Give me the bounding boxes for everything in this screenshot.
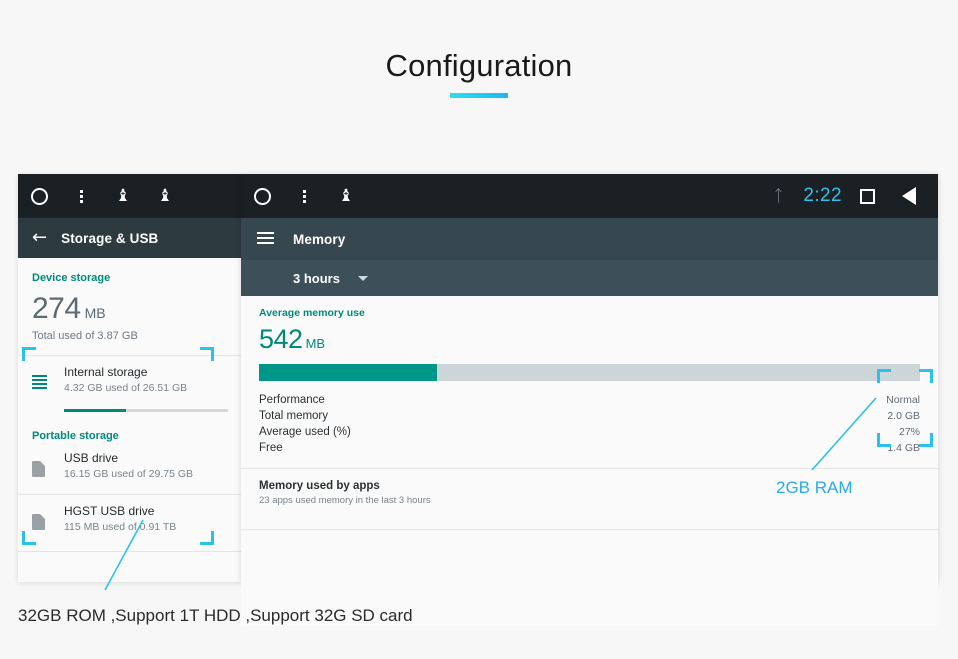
storage-screen: ♝ ♝ ← Storage & USB Device storage 274MB… xyxy=(18,174,242,582)
device-storage-label: Device storage xyxy=(18,258,242,284)
stat-row-free: Free 1.4 GB xyxy=(259,440,920,456)
usb-drive-name: USB drive xyxy=(64,451,193,466)
stat-row-average-used: Average used (%) 27% xyxy=(259,424,920,440)
storage-title: Storage & USB xyxy=(61,231,158,246)
hgst-drive-name: HGST USB drive xyxy=(64,504,176,519)
average-memory-label: Average memory use xyxy=(241,296,938,319)
internal-storage-name: Internal storage xyxy=(64,365,187,380)
stat-key: Free xyxy=(259,440,283,456)
memory-used-by-apps[interactable]: Memory used by apps 23 apps used memory … xyxy=(241,469,938,517)
list-item-hgst-usb-drive[interactable]: HGST USB drive 115 MB used of 0.91 TB xyxy=(18,495,242,541)
usb-drive-detail: 16.15 GB used of 29.75 GB xyxy=(64,468,193,480)
stat-key: Total memory xyxy=(259,408,328,424)
usb-icon[interactable]: ♝ xyxy=(325,174,367,218)
hamburger-icon[interactable] xyxy=(257,232,274,247)
memory-app-bar: Memory xyxy=(241,218,938,260)
apps-subtitle: 23 apps used memory in the last 3 hours xyxy=(259,495,938,506)
left-status-bar: ♝ ♝ xyxy=(18,174,242,218)
internal-storage-detail: 4.32 GB used of 26.51 GB xyxy=(64,382,187,394)
bluetooth-icon: ᛏ xyxy=(757,174,799,218)
storage-app-bar: ← Storage & USB xyxy=(18,218,242,258)
memory-usage-bar xyxy=(259,364,920,381)
sd-card-icon xyxy=(32,504,64,533)
back-triangle-icon[interactable] xyxy=(888,174,930,218)
list-item-usb-drive[interactable]: USB drive 16.15 GB used of 29.75 GB xyxy=(18,442,242,488)
list-item-internal-storage[interactable]: Internal storage 4.32 GB used of 26.51 G… xyxy=(18,356,242,402)
left-status-bar-icons: ♝ ♝ xyxy=(18,174,186,218)
bottom-caption: 32GB ROM ,Support 1T HDD ,Support 32G SD… xyxy=(18,606,413,626)
device-storage-value: 274 xyxy=(32,292,81,325)
average-memory-value: 542 xyxy=(259,324,303,354)
device-storage-total: Total used of 3.87 GB xyxy=(18,326,242,342)
memory-title: Memory xyxy=(293,232,345,247)
storage-list-icon xyxy=(32,365,64,394)
divider xyxy=(241,529,938,530)
overflow-menu-icon[interactable] xyxy=(283,174,325,218)
storage-content: Device storage 274MB Total used of 3.87 … xyxy=(18,258,242,582)
portable-storage-label: Portable storage xyxy=(18,412,242,442)
stat-value: 1.4 GB xyxy=(887,440,920,456)
overflow-menu-icon[interactable] xyxy=(60,174,102,218)
back-arrow-icon[interactable]: ← xyxy=(32,229,47,247)
screenshots-group: ♝ ♝ ← Storage & USB Device storage 274MB… xyxy=(0,0,958,659)
device-storage-unit: MB xyxy=(85,305,106,321)
stat-row-total-memory: Total memory 2.0 GB xyxy=(259,408,920,424)
memory-content: Average memory use 542MB Performance Nor… xyxy=(241,296,938,626)
sd-card-icon xyxy=(32,451,64,480)
stat-value: 2.0 GB xyxy=(887,408,920,424)
usb-icon[interactable]: ♝ xyxy=(144,174,186,218)
stat-row-performance: Performance Normal xyxy=(259,392,920,408)
hgst-drive-detail: 115 MB used of 0.91 TB xyxy=(64,521,176,533)
chevron-down-icon[interactable] xyxy=(358,276,368,281)
device-storage-amount: 274MB xyxy=(18,284,242,326)
stat-value: Normal xyxy=(886,392,920,408)
memory-screen: ♝ ᛏ 2:22 Memory 3 hours Average memory u… xyxy=(241,174,938,582)
average-memory-amount: 542MB xyxy=(241,319,938,355)
usb-icon[interactable]: ♝ xyxy=(102,174,144,218)
circle-icon[interactable] xyxy=(18,174,60,218)
time-range-selector[interactable]: 3 hours xyxy=(241,260,938,296)
memory-stats-list: Performance Normal Total memory 2.0 GB A… xyxy=(259,392,920,456)
apps-title: Memory used by apps xyxy=(259,480,938,492)
circle-icon[interactable] xyxy=(241,174,283,218)
right-status-bar-right-icons: ᛏ 2:22 xyxy=(757,174,930,218)
time-range-value: 3 hours xyxy=(293,271,340,286)
stat-key: Average used (%) xyxy=(259,424,351,440)
status-clock: 2:22 xyxy=(799,185,846,207)
average-memory-unit: MB xyxy=(306,336,326,351)
divider xyxy=(18,551,242,552)
stat-value: 27% xyxy=(899,424,920,440)
stat-key: Performance xyxy=(259,392,325,408)
right-status-bar: ♝ ᛏ 2:22 xyxy=(241,174,938,218)
recents-square-icon[interactable] xyxy=(846,174,888,218)
right-status-bar-left-icons: ♝ xyxy=(241,174,367,218)
